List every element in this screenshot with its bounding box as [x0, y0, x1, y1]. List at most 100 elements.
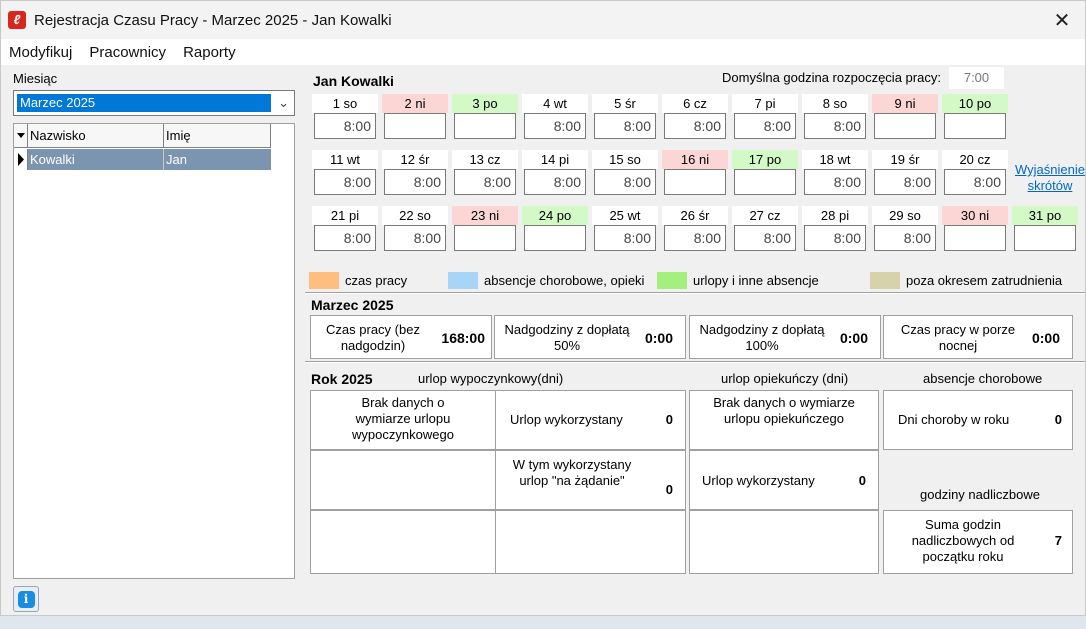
day-cell[interactable]: 7 pi 8:00	[730, 92, 800, 148]
day-cell[interactable]: 13 cz 8:00	[450, 148, 520, 204]
day-hours-input[interactable]	[664, 169, 726, 195]
cell-imie[interactable]: Jan	[164, 149, 271, 170]
day-label: 5 śr	[592, 94, 658, 113]
day-cell[interactable]: 4 wt 8:00	[520, 92, 590, 148]
day-cell[interactable]: 6 cz 8:00	[660, 92, 730, 148]
opieka-used-label: Urlop wykorzystany	[702, 473, 815, 488]
day-cell[interactable]: 28 pi 8:00	[800, 204, 870, 260]
menu-raporty[interactable]: Raporty	[183, 44, 236, 61]
sick-days-label: Dni choroby w roku	[898, 412, 1010, 427]
day-label: 12 śr	[382, 150, 448, 169]
month-select-value: Marzec 2025	[17, 94, 271, 112]
info-icon: i	[17, 590, 35, 608]
day-cell[interactable]: 12 śr 8:00	[380, 148, 450, 204]
day-hours-input[interactable]	[874, 113, 936, 139]
day-hours-input[interactable]: 8:00	[454, 169, 516, 195]
day-hours-input[interactable]	[1014, 225, 1076, 251]
day-cell[interactable]: 1 so 8:00	[310, 92, 380, 148]
day-cell[interactable]: 22 so 8:00	[380, 204, 450, 260]
day-cell[interactable]: 20 cz 8:00	[940, 148, 1010, 204]
info-button[interactable]: i	[13, 586, 39, 612]
summary-value: 168:00	[441, 330, 485, 346]
day-hours-input[interactable]: 8:00	[804, 113, 866, 139]
cell-nazwisko[interactable]: Kowalki	[28, 149, 164, 170]
day-hours-input[interactable]	[734, 169, 796, 195]
column-header-nazwisko[interactable]: Nazwisko	[28, 124, 164, 148]
summary-label: Nadgodziny z dopłatą 50%	[504, 322, 630, 353]
day-hours-input[interactable]: 8:00	[874, 225, 936, 251]
title-bar: ℓ Rejestracja Czasu Pracy - Marzec 2025 …	[1, 1, 1085, 39]
empty-cell	[310, 450, 496, 510]
day-hours-input[interactable]	[944, 113, 1006, 139]
app-logo-icon: ℓ	[8, 11, 26, 29]
divider	[305, 361, 1085, 363]
day-hours-input[interactable]: 8:00	[314, 169, 376, 195]
day-hours-input[interactable]: 8:00	[664, 113, 726, 139]
day-label: 22 so	[382, 206, 448, 225]
day-hours-input[interactable]: 8:00	[594, 113, 656, 139]
day-cell[interactable]: 9 ni	[870, 92, 940, 148]
day-hours-input[interactable]	[944, 225, 1006, 251]
day-hours-input[interactable]: 8:00	[734, 225, 796, 251]
explain-link[interactable]: Wyjaśnienie skrótów	[1014, 162, 1085, 194]
day-hours-input[interactable]	[384, 113, 446, 139]
column-header-imie[interactable]: Imię	[164, 124, 271, 148]
day-cell[interactable]: 15 so 8:00	[590, 148, 660, 204]
empty-cell	[310, 510, 496, 574]
day-hours-input[interactable]: 8:00	[314, 113, 376, 139]
table-row[interactable]: Kowalki Jan	[14, 149, 271, 170]
explain-link-line2[interactable]: skrótów	[1014, 178, 1085, 194]
day-hours-input[interactable]: 8:00	[944, 169, 1006, 195]
day-hours-input[interactable]: 8:00	[314, 225, 376, 251]
day-hours-input[interactable]: 8:00	[804, 169, 866, 195]
day-label: 25 wt	[592, 206, 658, 225]
day-cell[interactable]: 17 po	[730, 148, 800, 204]
legend-swatch	[657, 271, 687, 289]
day-hours-input[interactable]: 8:00	[524, 113, 586, 139]
day-hours-input[interactable]: 8:00	[384, 169, 446, 195]
day-cell[interactable]: 30 ni	[940, 204, 1010, 260]
day-hours-input[interactable]: 8:00	[594, 169, 656, 195]
day-cell[interactable]: 5 śr 8:00	[590, 92, 660, 148]
day-cell[interactable]: 19 śr 8:00	[870, 148, 940, 204]
no-data-opieka-text: Brak danych o wymiarze urlopu opiekuńcze…	[713, 395, 855, 426]
day-cell[interactable]: 29 so 8:00	[870, 204, 940, 260]
day-cell[interactable]: 21 pi 8:00	[310, 204, 380, 260]
summary-nadgodziny-50: Nadgodziny z dopłatą 50% 0:00	[494, 315, 686, 359]
menu-modyfikuj[interactable]: Modyfikuj	[9, 44, 72, 61]
day-cell[interactable]: 11 wt 8:00	[310, 148, 380, 204]
day-cell[interactable]: 24 po	[520, 204, 590, 260]
day-cell[interactable]: 10 po	[940, 92, 1010, 148]
day-hours-input[interactable]: 8:00	[664, 225, 726, 251]
overtime-value: 7	[1054, 533, 1062, 548]
day-hours-input[interactable]	[454, 225, 516, 251]
day-cell[interactable]: 26 śr 8:00	[660, 204, 730, 260]
day-cell[interactable]: 2 ni	[380, 92, 450, 148]
day-hours-input[interactable]: 8:00	[804, 225, 866, 251]
chevron-down-icon[interactable]: ⌄	[278, 95, 289, 111]
day-hours-input[interactable]: 8:00	[874, 169, 936, 195]
empty-cell	[689, 510, 879, 574]
day-cell[interactable]: 31 po	[1010, 204, 1080, 260]
day-cell[interactable]: 8 so 8:00	[800, 92, 870, 148]
month-select[interactable]: Marzec 2025 ⌄	[13, 90, 295, 116]
day-hours-input[interactable]	[524, 225, 586, 251]
day-label: 10 po	[942, 94, 1008, 113]
day-cell[interactable]: 23 ni	[450, 204, 520, 260]
day-cell[interactable]: 14 pi 8:00	[520, 148, 590, 204]
day-hours-input[interactable]	[454, 113, 516, 139]
day-cell[interactable]: 16 ni	[660, 148, 730, 204]
day-cell[interactable]: 27 cz 8:00	[730, 204, 800, 260]
day-hours-input[interactable]: 8:00	[384, 225, 446, 251]
day-label: 1 so	[312, 94, 378, 113]
explain-link-line1[interactable]: Wyjaśnienie	[1014, 162, 1085, 178]
day-hours-input[interactable]: 8:00	[524, 169, 586, 195]
close-button[interactable]: ✕	[1039, 1, 1085, 39]
menu-pracownicy[interactable]: Pracownicy	[89, 44, 166, 61]
day-cell[interactable]: 25 wt 8:00	[590, 204, 660, 260]
default-start-input[interactable]: 7:00	[949, 67, 1004, 89]
day-cell[interactable]: 18 wt 8:00	[800, 148, 870, 204]
day-hours-input[interactable]: 8:00	[734, 113, 796, 139]
day-hours-input[interactable]: 8:00	[594, 225, 656, 251]
day-cell[interactable]: 3 po	[450, 92, 520, 148]
